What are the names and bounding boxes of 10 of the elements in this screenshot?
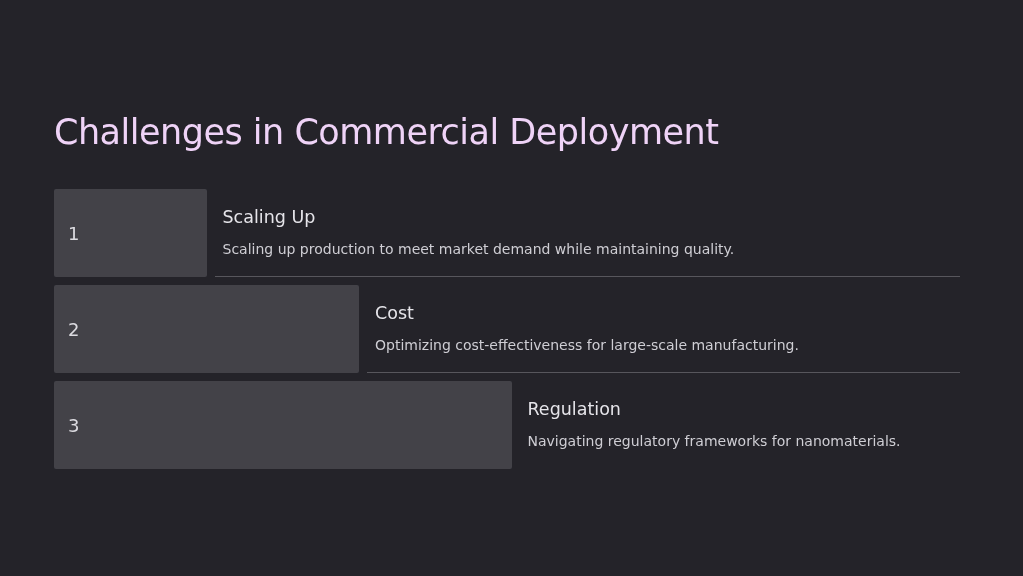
step-description: Optimizing cost-effectiveness for large-scale manufacturing.	[375, 336, 800, 355]
step-number-block: 2	[54, 285, 359, 373]
step-description: Scaling up production to meet market demand while maintaining quality.	[222, 240, 736, 259]
step-number-block: 1	[54, 189, 207, 277]
step-heading: Scaling Up	[222, 206, 317, 229]
step-description: Navigating regulatory frameworks for nanomaterials.	[527, 432, 902, 451]
step-heading: Regulation	[527, 398, 622, 421]
step-heading: Cost	[375, 302, 415, 325]
step-number-block: 3	[54, 381, 512, 469]
slide-title: Challenges in Commercial Deployment	[54, 111, 720, 154]
